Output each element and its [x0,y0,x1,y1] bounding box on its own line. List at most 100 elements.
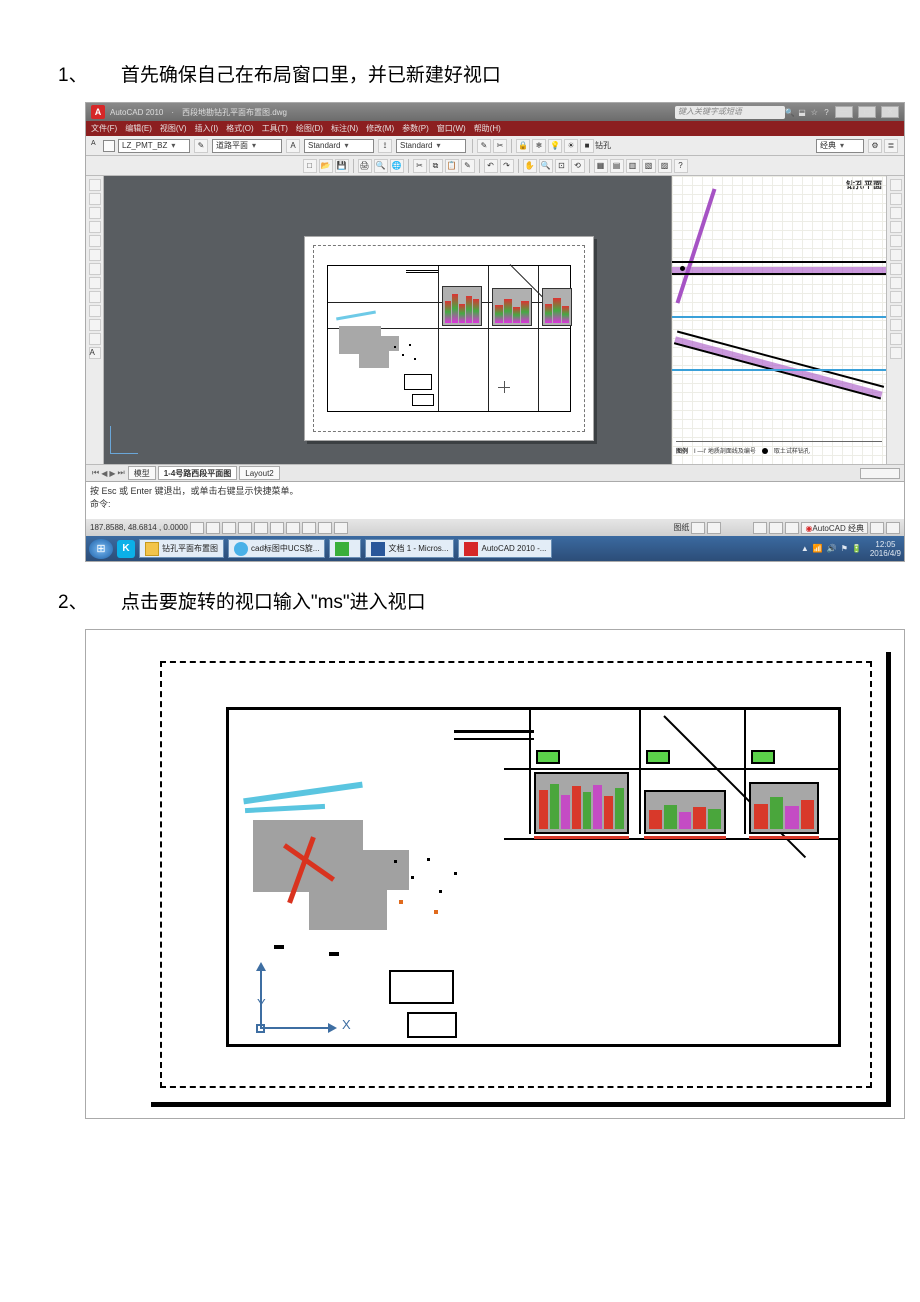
workspace-dropdown[interactable]: 经典▾ [816,139,864,153]
tray-net-icon[interactable]: 📶 [813,544,823,553]
ortho-icon[interactable] [222,522,236,534]
scale-mod-icon[interactable] [890,277,902,289]
task-autocad[interactable]: AutoCAD 2010 -... [458,539,552,558]
match-icon[interactable]: ✎ [461,159,475,173]
zoom-rt-icon[interactable]: 🔍 [539,159,553,173]
otrack-icon[interactable] [270,522,284,534]
tab-first-icon[interactable]: ⏮ [92,468,99,478]
hatch-icon[interactable] [89,291,101,303]
tab-layout2[interactable]: Layout2 [239,466,279,480]
menu-insert[interactable]: 插入(I) [195,123,219,134]
menu-draw[interactable]: 绘图(D) [296,123,323,134]
rotate-icon[interactable] [890,263,902,275]
offset-icon[interactable] [890,221,902,233]
grid-icon[interactable] [206,522,220,534]
tray-icon-2[interactable] [886,522,900,534]
start-button[interactable]: ⊞ [89,539,113,559]
text-icon[interactable]: A [89,347,101,359]
menu-help[interactable]: 帮助(H) [474,123,501,134]
copy-mod-icon[interactable] [890,193,902,205]
arc-icon[interactable] [89,235,101,247]
tab-next-icon[interactable]: ▶ [109,469,115,478]
trim-icon[interactable] [890,305,902,317]
menu-edit[interactable]: 编辑(E) [125,123,152,134]
menu-file[interactable]: 文件(F) [91,123,117,134]
pline-icon[interactable] [89,193,101,205]
ellipse-icon[interactable] [89,277,101,289]
spline-icon[interactable] [89,263,101,275]
new-icon[interactable]: □ [303,159,317,173]
table-icon[interactable] [89,333,101,345]
clock[interactable]: 12:05 2016/4/9 [870,540,901,558]
snap-icon[interactable] [190,522,204,534]
drill-icon[interactable]: ■ [580,139,594,153]
layer-state-icon[interactable]: ✎ [194,139,208,153]
drawing-canvas[interactable]: 钻孔平面 图例 I —I' 地质剖面线及编号 取土试样钻孔 [104,176,886,464]
zoom-prev-icon[interactable]: ⟲ [571,159,585,173]
tab-last-icon[interactable]: ⏭ [118,468,125,478]
sun-icon[interactable]: ☀ [564,139,578,153]
polar-icon[interactable] [238,522,252,534]
tab-layout1[interactable]: 1-4号路西段平面图 [158,466,238,480]
circle-icon[interactable] [89,249,101,261]
explode-icon[interactable] [890,347,902,359]
array-icon[interactable] [890,235,902,247]
textstyle-icon[interactable]: A [286,139,300,153]
gear-icon[interactable]: ⚙ [868,139,882,153]
qp-icon[interactable] [334,522,348,534]
tray-flag-icon[interactable]: ⚑ [841,544,848,553]
sub-icon[interactable]: ⬓ [797,108,807,117]
tray-bat-icon[interactable]: 🔋 [852,544,862,553]
preview-icon[interactable]: 🔍 [374,159,388,173]
minimize-button[interactable]: — [835,106,853,118]
fillet-icon[interactable] [890,333,902,345]
viewport-2[interactable]: Y X [226,707,841,1047]
dimstyle-dropdown[interactable]: Standard▾ [396,139,466,153]
redo-icon[interactable]: ↷ [500,159,514,173]
cut-icon[interactable]: ✂ [413,159,427,173]
sb-icon-2[interactable] [707,522,721,534]
menu-modify[interactable]: 修改(M) [366,123,394,134]
tab-prev-icon[interactable]: ◀ [101,469,107,478]
move-icon[interactable] [890,249,902,261]
cmd-prompt[interactable]: 命令: [90,497,900,510]
help2-icon[interactable]: ? [674,159,688,173]
menu-dim[interactable]: 标注(N) [331,123,358,134]
ducs-icon[interactable] [286,522,300,534]
search-icon[interactable]: 🔍 [785,108,795,117]
paste-icon[interactable]: 📋 [445,159,459,173]
ann-vis-icon[interactable] [769,522,783,534]
maximize-button[interactable]: □ [858,106,876,118]
freeze-icon[interactable]: ❄ [532,139,546,153]
dcenter-icon[interactable]: ▤ [610,159,624,173]
ws-switch[interactable]: ◉AutoCAD 经典 [801,522,868,534]
zoom-win-icon[interactable]: ⊡ [555,159,569,173]
sheet-icon[interactable]: ▧ [642,159,656,173]
osnap-icon[interactable] [254,522,268,534]
save-icon[interactable]: 💾 [335,159,349,173]
stretch-icon[interactable] [890,291,902,303]
undo-icon[interactable]: ↶ [484,159,498,173]
ann-auto-icon[interactable] [785,522,799,534]
line-icon[interactable] [89,179,101,191]
help-icon[interactable]: ? [822,108,832,117]
star-icon[interactable]: ☆ [809,108,819,117]
rect-icon[interactable] [89,221,101,233]
tray-vol-icon[interactable]: 🔊 [827,544,837,553]
task-ie[interactable]: cad标图中UCS旋... [228,539,325,558]
tpalette-icon[interactable]: ▥ [626,159,640,173]
dyn-icon[interactable] [302,522,316,534]
help-search[interactable]: 键入关键字或短语 [675,106,785,119]
app-small-icon[interactable]: A [91,140,103,152]
print-icon[interactable]: 🖨 [358,159,372,173]
lock-icon[interactable]: 🔒 [516,139,530,153]
publish-icon[interactable]: 🌐 [390,159,404,173]
task-folder[interactable]: 钻孔平面布置图 [139,539,224,558]
tray-up-icon[interactable]: ▲ [801,544,809,553]
menu-tools[interactable]: 工具(T) [262,123,288,134]
menu-view[interactable]: 视图(V) [160,123,187,134]
polygon-icon[interactable] [89,207,101,219]
menu-format[interactable]: 格式(O) [226,123,254,134]
calc-icon[interactable]: ▨ [658,159,672,173]
prop-icon[interactable]: ▦ [594,159,608,173]
